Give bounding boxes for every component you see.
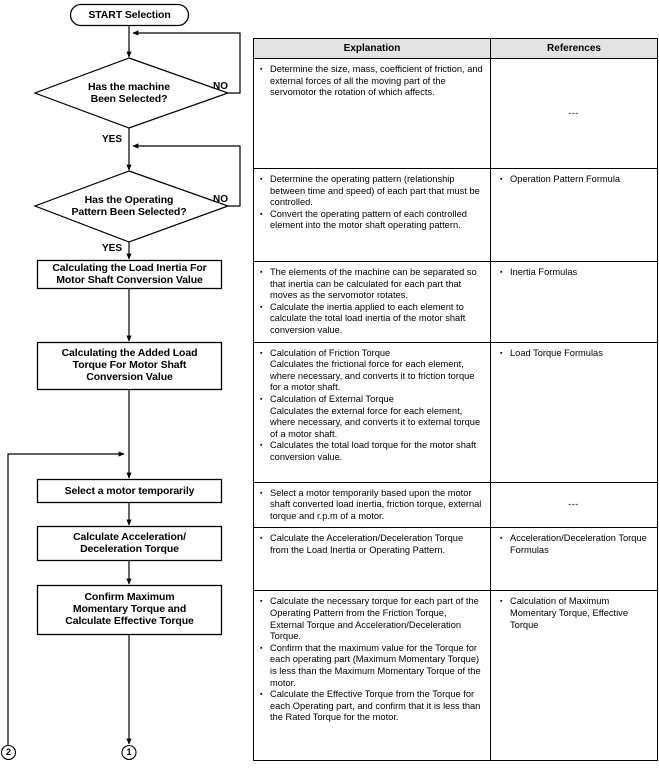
cell-references: ---	[490, 58, 658, 169]
bullet-text: Confirm that the maximum value for the T…	[270, 642, 481, 688]
list-item: Calculate the Acceleration/Deceleration …	[260, 532, 483, 556]
references-bullet-list: Inertia Formulas	[500, 266, 650, 279]
bullet-text: Select a motor temporarily based upon th…	[270, 487, 482, 521]
selection-flowchart: START Selection Has the machine Been Sel…	[0, 0, 250, 771]
bullet-text: Calculates the total load torque for the…	[270, 440, 477, 462]
list-item: Determine the size, mass, coefficient of…	[260, 63, 483, 99]
explanation-bullet-list: The elements of the machine can be separ…	[260, 266, 483, 337]
flowchart-shapes	[0, 3, 241, 761]
explanation-bullet-list: Determine the operating pattern (relatio…	[260, 173, 483, 232]
explanation-bullet-list: Determine the size, mass, coefficient of…	[260, 63, 483, 99]
bullet-text: Calculation of Friction Torque	[270, 347, 391, 358]
bullet-text: Load Torque Formulas	[510, 347, 603, 358]
bullet-text: Calculation of External Torque	[270, 393, 394, 404]
list-item: Calculation of Maximum Momentary Torque,…	[500, 595, 650, 631]
cell-explanation: Determine the operating pattern (relatio…	[253, 168, 491, 262]
table-row: Calculate the Acceleration/Deceleration …	[253, 527, 658, 592]
references-bullet-list: Operation Pattern Formula	[500, 173, 650, 186]
column-header-references: References	[490, 38, 658, 59]
explanation-table: Explanation References Determine the siz…	[253, 38, 658, 762]
bullet-subtext: Calculates the frictional force for each…	[270, 359, 475, 393]
explanation-table-wrapper: Explanation References Determine the siz…	[253, 38, 658, 762]
table-header-row: Explanation References	[253, 38, 658, 59]
cell-references: Inertia Formulas	[490, 261, 658, 343]
bullet-text: Convert the operating pattern of each co…	[270, 208, 467, 231]
cell-references: Load Torque Formulas	[490, 341, 658, 483]
bullet-text: Calculate the Effective Torque from the …	[270, 689, 481, 723]
explanation-bullet-list: Calculate the Acceleration/Deceleration …	[260, 532, 483, 556]
table-row: Determine the operating pattern (relatio…	[253, 168, 658, 262]
list-item: Calculate the necessary torque for each …	[260, 595, 483, 642]
cell-explanation: Calculate the Acceleration/Deceleration …	[253, 527, 491, 592]
cell-explanation: Calculate the necessary torque for each …	[253, 590, 491, 762]
bullet-subtext: Calculates the external force for each e…	[270, 405, 481, 439]
bullet-text: Determine the size, mass, coefficient of…	[270, 64, 483, 98]
list-item: Calculates the total load torque for the…	[260, 439, 483, 463]
table-row: Calculate the necessary torque for each …	[253, 590, 658, 762]
table-row: Determine the size, mass, coefficient of…	[253, 58, 658, 169]
column-header-explanation: Explanation	[253, 38, 491, 59]
cell-explanation: Determine the size, mass, coefficient of…	[253, 58, 491, 169]
bullet-text: The elements of the machine can be separ…	[270, 267, 477, 301]
explanation-bullet-list: Select a motor temporarily based upon th…	[260, 487, 483, 523]
cell-references: Acceleration/Deceleration Torque Formula…	[490, 527, 658, 592]
bullet-text: Inertia Formulas	[510, 267, 578, 277]
decision-2-no-label: NO	[213, 194, 228, 205]
list-item: The elements of the machine can be separ…	[260, 266, 483, 302]
explanation-bullet-list: Calculate the necessary torque for each …	[260, 595, 483, 724]
connector-2-label: 2	[5, 747, 11, 757]
bullet-text: Operation Pattern Formula	[510, 174, 621, 184]
list-item: Calculation of Friction Torque Calculate…	[260, 347, 483, 394]
table-row: Select a motor temporarily based upon th…	[253, 481, 658, 529]
list-item: Calculate the inertia applied to each el…	[260, 301, 483, 337]
cell-explanation: Calculation of Friction Torque Calculate…	[253, 341, 491, 483]
bullet-text: Calculate the necessary torque for each …	[270, 596, 479, 642]
cell-references: ---	[490, 481, 658, 529]
list-item: Calculate the Effective Torque from the …	[260, 688, 483, 724]
table-row: Calculation of Friction Torque Calculate…	[253, 341, 658, 483]
table-body: Determine the size, mass, coefficient of…	[253, 58, 658, 762]
references-bullet-list: Calculation of Maximum Momentary Torque,…	[500, 595, 650, 631]
cell-references: Operation Pattern Formula	[490, 168, 658, 262]
bullet-text: Calculate the inertia applied to each el…	[270, 301, 466, 335]
list-item: Inertia Formulas	[500, 266, 650, 279]
decision-1-no-label: NO	[213, 81, 228, 92]
connector-1-label: 1	[126, 747, 132, 757]
list-item: Confirm that the maximum value for the T…	[260, 642, 483, 689]
flowchart-page: START Selection Has the machine Been Sel…	[0, 0, 659, 771]
bullet-text: Calculation of Maximum Momentary Torque,…	[510, 596, 628, 630]
list-item: Calculation of External Torque Calculate…	[260, 393, 483, 440]
bullet-text: Calculate the Acceleration/Deceleration …	[270, 533, 464, 555]
references-bullet-list: Load Torque Formulas	[500, 347, 650, 360]
bullet-text: Determine the operating pattern (relatio…	[270, 174, 480, 208]
decision-2-yes-label: YES	[102, 243, 123, 254]
cell-references: Calculation of Maximum Momentary Torque,…	[490, 590, 658, 762]
explanation-bullet-list: Calculation of Friction Torque Calculate…	[260, 347, 483, 464]
list-item: Convert the operating pattern of each co…	[260, 208, 483, 232]
list-item: Determine the operating pattern (relatio…	[260, 173, 483, 209]
list-item: Operation Pattern Formula	[500, 173, 650, 186]
cell-explanation: Select a motor temporarily based upon th…	[253, 481, 491, 529]
list-item: Acceleration/Deceleration Torque Formula…	[500, 532, 650, 556]
table-row: The elements of the machine can be separ…	[253, 261, 658, 343]
list-item: Select a motor temporarily based upon th…	[260, 487, 483, 523]
cell-explanation: The elements of the machine can be separ…	[253, 261, 491, 343]
decision-1-yes-label: YES	[102, 134, 123, 145]
bullet-text: Acceleration/Deceleration Torque Formula…	[510, 533, 647, 555]
references-bullet-list: Acceleration/Deceleration Torque Formula…	[500, 532, 650, 556]
list-item: Load Torque Formulas	[500, 347, 650, 360]
